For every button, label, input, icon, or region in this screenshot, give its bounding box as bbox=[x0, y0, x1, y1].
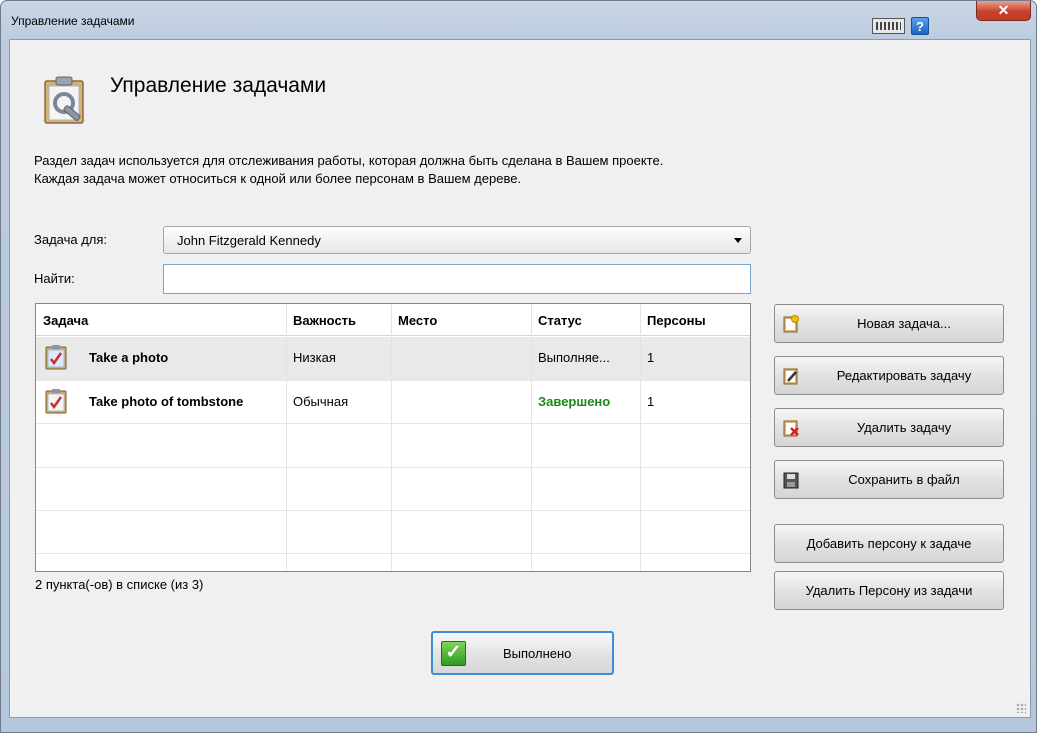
row1-status[interactable]: Выполняе... bbox=[531, 336, 640, 380]
task-for-value: John Fitzgerald Kennedy bbox=[177, 233, 321, 248]
delete-task-button[interactable]: Удалить задачу bbox=[774, 408, 1004, 447]
done-label: Выполнено bbox=[503, 646, 572, 661]
description: Раздел задач используется для отслеживан… bbox=[34, 152, 663, 188]
column-header-status[interactable]: Статус bbox=[531, 304, 640, 336]
row1-task[interactable]: Take a photo bbox=[82, 336, 286, 380]
done-button[interactable]: ✓ Выполнено bbox=[431, 631, 614, 675]
add-person-button[interactable]: Добавить персону к задаче bbox=[774, 524, 1004, 563]
title-bar: Управление задачами ? ✕ bbox=[1, 1, 1036, 39]
column-header-persons[interactable]: Персоны bbox=[640, 304, 750, 336]
close-icon: ✕ bbox=[997, 2, 1010, 18]
clipboard-wrench-icon bbox=[44, 76, 84, 124]
delete-task-label: Удалить задачу bbox=[856, 420, 952, 435]
keyboard-icon[interactable] bbox=[872, 18, 905, 34]
row2-task[interactable]: Take photo of tombstone bbox=[82, 380, 286, 424]
checkmark-icon: ✓ bbox=[441, 641, 466, 666]
window-title: Управление задачами bbox=[11, 14, 135, 28]
dialog-content: Управление задачами Раздел задач использ… bbox=[9, 39, 1031, 718]
new-task-label: Новая задача... bbox=[857, 316, 951, 331]
row2-persons[interactable]: 1 bbox=[640, 380, 750, 424]
close-button[interactable]: ✕ bbox=[976, 1, 1031, 21]
remove-person-button[interactable]: Удалить Персону из задачи bbox=[774, 571, 1004, 610]
edit-task-icon bbox=[783, 368, 798, 385]
task-for-label: Задача для: bbox=[34, 232, 108, 247]
task-manager-window: Управление задачами ? ✕ Управление задач… bbox=[0, 0, 1037, 733]
help-icon[interactable]: ? bbox=[911, 17, 929, 35]
column-header-priority[interactable]: Важность bbox=[286, 304, 391, 336]
new-task-button[interactable]: Новая задача... bbox=[774, 304, 1004, 343]
clipboard-check-icon bbox=[45, 389, 67, 414]
column-header-task[interactable]: Задача bbox=[36, 304, 286, 336]
find-label: Найти: bbox=[34, 271, 75, 286]
row2-priority[interactable]: Обычная bbox=[286, 380, 391, 424]
column-header-place[interactable]: Место bbox=[391, 304, 531, 336]
task-for-select[interactable]: John Fitzgerald Kennedy bbox=[163, 226, 751, 254]
save-to-file-button[interactable]: Сохранить в файл bbox=[774, 460, 1004, 499]
search-input[interactable] bbox=[163, 264, 751, 294]
save-to-file-label: Сохранить в файл bbox=[848, 472, 960, 487]
new-task-icon bbox=[783, 315, 799, 333]
remove-person-label: Удалить Персону из задачи bbox=[805, 583, 973, 598]
save-disk-icon bbox=[783, 472, 799, 489]
resize-grip[interactable] bbox=[1016, 703, 1026, 713]
row2-status[interactable]: Завершено bbox=[531, 380, 640, 424]
add-person-label: Добавить персону к задаче bbox=[806, 536, 972, 551]
description-line-2: Каждая задача может относиться к одной и… bbox=[34, 171, 522, 186]
page-title: Управление задачами bbox=[110, 74, 327, 97]
delete-task-icon bbox=[783, 420, 799, 437]
row1-persons[interactable]: 1 bbox=[640, 336, 750, 380]
row1-priority[interactable]: Низкая bbox=[286, 336, 391, 380]
chevron-down-icon bbox=[734, 238, 742, 243]
item-count: 2 пункта(-ов) в списке (из 3) bbox=[35, 577, 204, 592]
description-line-1: Раздел задач используется для отслеживан… bbox=[34, 153, 664, 168]
edit-task-button[interactable]: Редактировать задачу bbox=[774, 356, 1004, 395]
task-grid[interactable]: Задача Важность Место Статус Персоны Tak… bbox=[35, 303, 751, 572]
clipboard-check-icon bbox=[45, 345, 67, 370]
edit-task-label: Редактировать задачу bbox=[836, 368, 972, 383]
